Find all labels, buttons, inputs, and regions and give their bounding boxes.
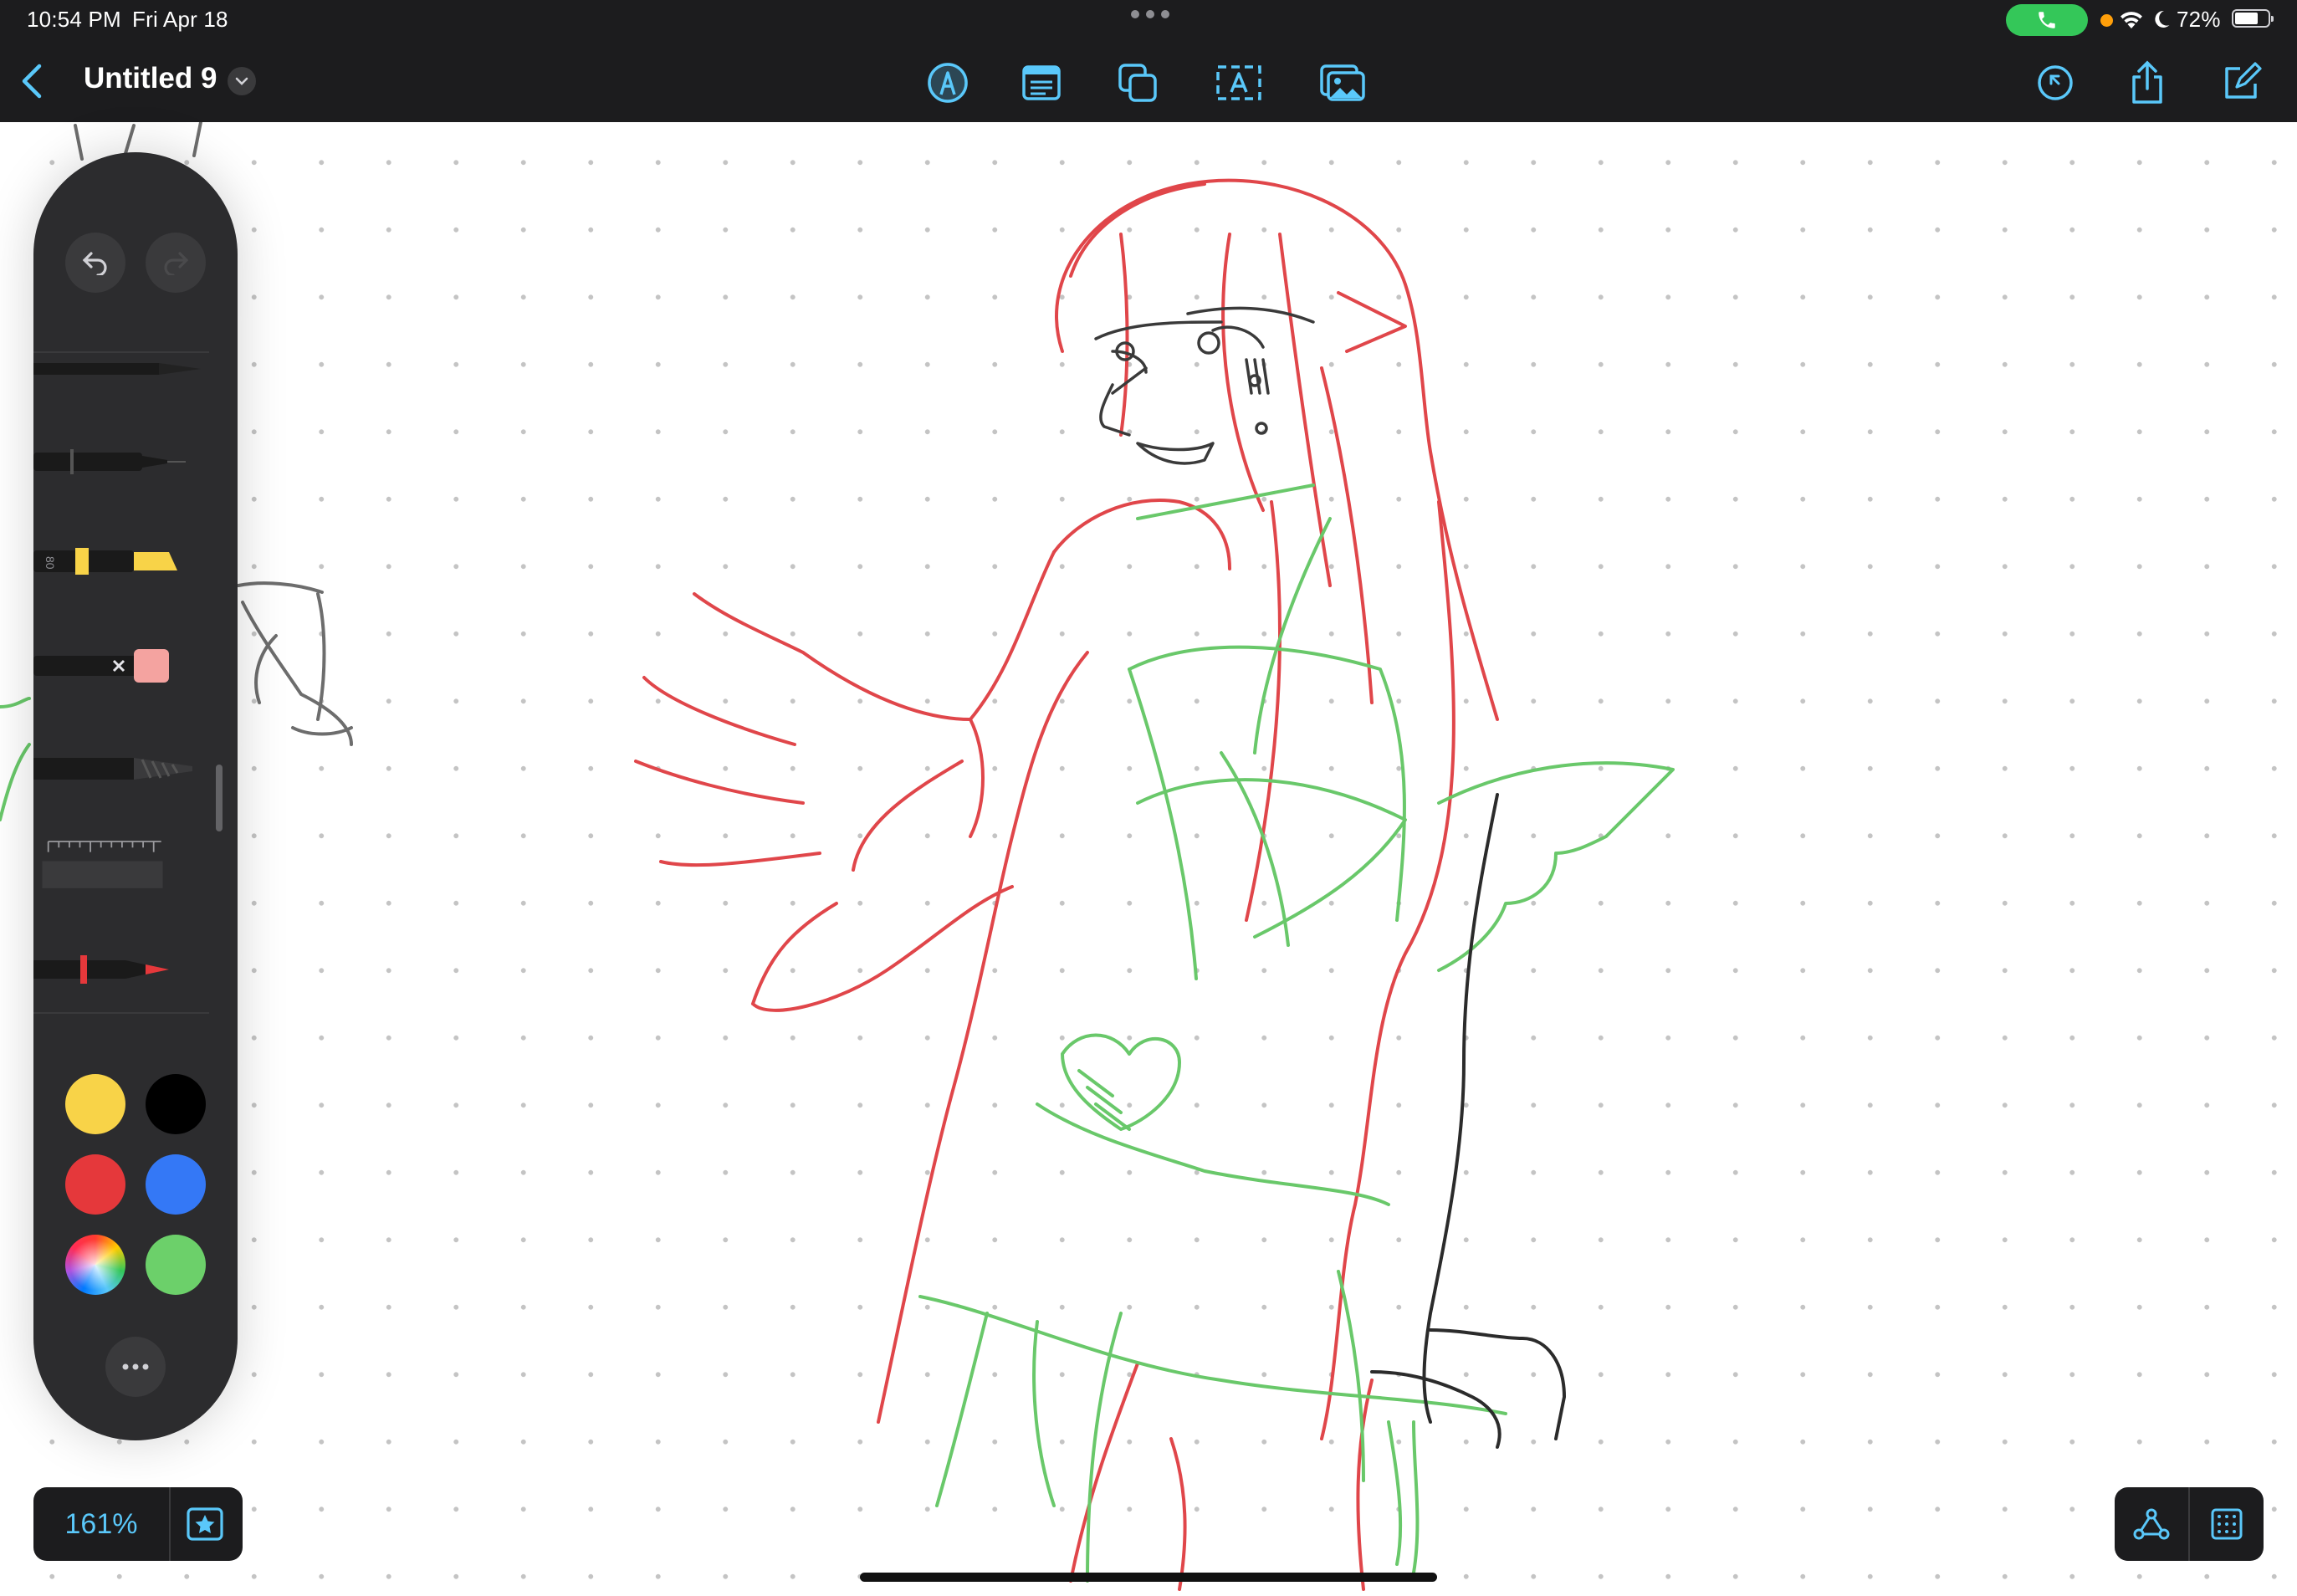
history-button[interactable] [2031,59,2080,107]
tool-palette: 80 [33,152,238,1440]
multitasking-icon[interactable] [1131,10,1169,18]
color-swatch-yellow[interactable] [65,1074,125,1134]
moon-icon [2155,10,2170,28]
battery-percent: 72% [2177,7,2221,32]
pen-tool-button[interactable] [923,59,972,107]
divider [2188,1487,2190,1561]
battery-icon [2232,9,2274,28]
zoom-level[interactable]: 161% [33,1487,169,1561]
color-swatch-blue[interactable] [146,1154,206,1215]
color-swatch-red[interactable] [65,1154,125,1215]
chevron-down-icon [235,77,248,85]
grid-button[interactable] [2202,1499,2252,1549]
wifi-icon [2121,12,2142,28]
canvas-options [2115,1487,2264,1561]
crayon-icon[interactable] [33,930,209,1005]
more-options-button[interactable] [105,1337,166,1397]
color-swatch-green[interactable] [146,1235,206,1295]
color-picker-wheel[interactable] [65,1235,125,1295]
redo-button[interactable] [146,233,206,293]
share-icon [2132,60,2162,104]
call-pill[interactable] [2006,4,2088,36]
redo-icon [164,252,189,275]
text-icon [1216,65,1261,100]
pencil-icon[interactable] [33,729,209,805]
history-icon [2038,65,2073,100]
status-date: Fri Apr 18 [132,7,228,32]
text-box-button[interactable] [1017,59,1066,107]
share-button[interactable] [2123,59,2172,107]
image-button[interactable] [1318,59,1367,107]
color-swatch-black[interactable] [146,1074,206,1134]
text-button[interactable] [1215,59,1263,107]
new-board-button[interactable] [2217,59,2265,107]
highlighter-icon[interactable]: 80 [33,522,209,597]
highlighter-size-label: 80 [43,556,57,570]
image-icon [1320,64,1365,101]
star-icon [187,1507,223,1541]
fineliner-icon[interactable] [33,424,209,499]
home-indicator[interactable] [860,1573,1437,1582]
back-button[interactable] [15,59,49,104]
ellipsis-icon [122,1363,149,1370]
status-time: 10:54 PM [27,7,121,32]
phone-icon [2039,12,2055,28]
favorite-zoom-button[interactable] [184,1504,226,1544]
title-menu-button[interactable] [228,67,256,95]
mic-indicator [2100,14,2113,27]
drawing-canvas[interactable] [0,122,2297,1596]
pen-icon[interactable] [33,320,209,395]
document-title[interactable]: Untitled 9 [84,62,217,95]
connections-icon [2133,1508,2170,1540]
ruler-icon[interactable] [33,826,209,902]
text-box-icon [1022,65,1061,100]
undo-button[interactable] [65,233,125,293]
top-bar: 10:54 PM Fri Apr 18 72% Untitled 9 [0,0,2297,122]
shapes-icon [1118,64,1157,102]
grid-icon [2211,1508,2243,1540]
sketch-drawing [0,122,1675,1591]
shapes-button[interactable] [1114,59,1163,107]
chevron-left-icon [22,64,42,99]
tools-scrollbar[interactable] [216,765,223,831]
divider [169,1487,171,1561]
pen-tool-icon [928,63,968,103]
eraser-icon[interactable] [33,627,209,703]
new-board-icon [2225,62,2262,99]
connections-button[interactable] [2126,1499,2177,1549]
zoom-control: 161% [33,1487,243,1561]
undo-icon [82,252,107,275]
divider [33,1012,209,1014]
